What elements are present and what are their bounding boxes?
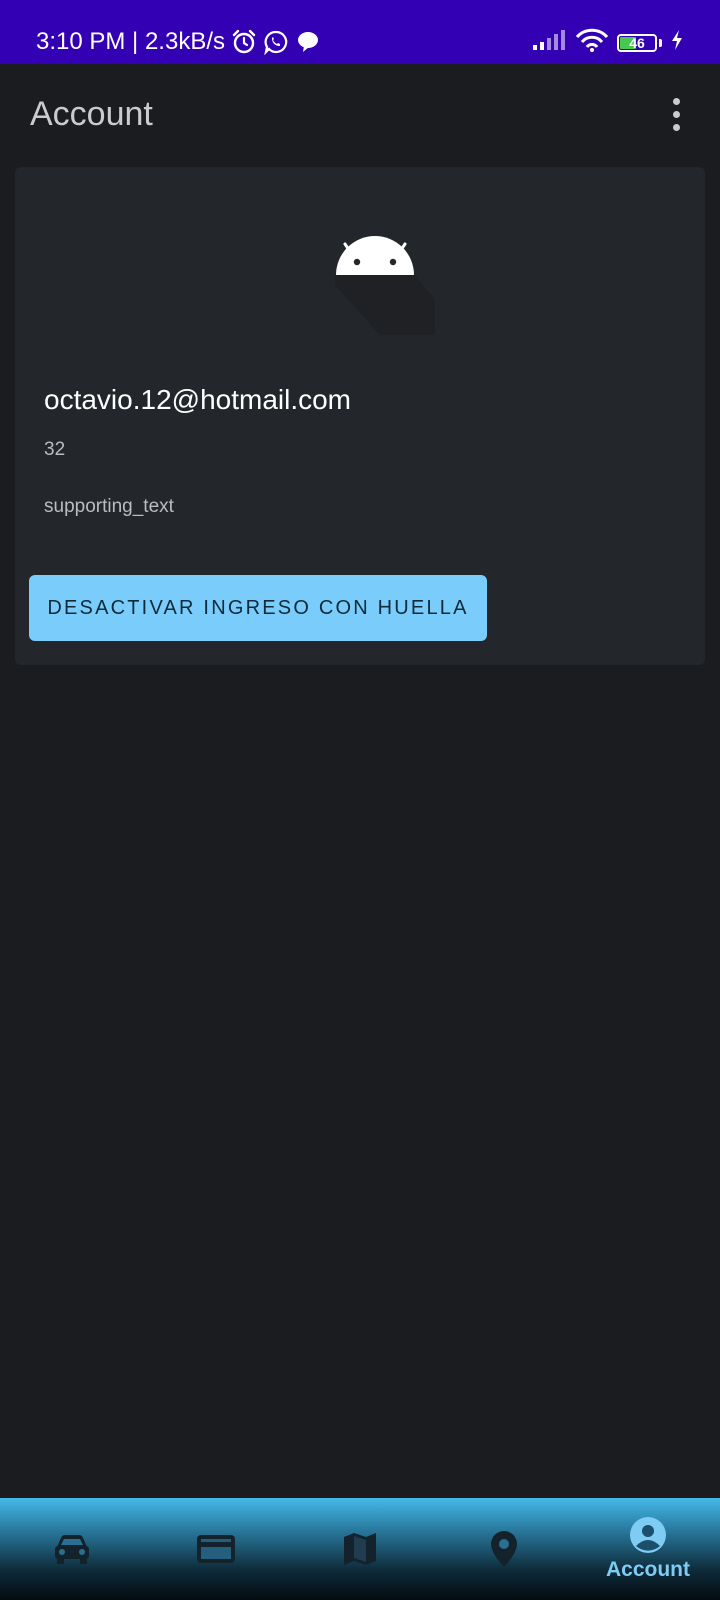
account-number: 32 <box>44 439 66 460</box>
location-pin-icon <box>490 1530 518 1568</box>
supporting-text: supporting_text <box>44 496 174 517</box>
chat-bubble-icon <box>295 29 321 55</box>
map-icon <box>342 1531 378 1567</box>
nav-item-account[interactable]: Account <box>576 1498 720 1600</box>
app-bar: Account <box>0 64 720 168</box>
account-card: octavio.12@hotmail.com 32 supporting_tex… <box>15 167 705 665</box>
credit-card-icon <box>196 1533 236 1565</box>
whatsapp-icon <box>263 29 289 55</box>
overflow-dot <box>672 123 680 131</box>
nav-item-map[interactable] <box>288 1498 432 1600</box>
nav-label-account: Account <box>606 1558 690 1581</box>
overflow-dot <box>672 110 680 118</box>
overflow-dot <box>672 97 680 105</box>
status-bar: 3:10 PM | 2.3kB/s 46 <box>0 0 720 64</box>
bottom-navigation: Account <box>0 1498 720 1600</box>
battery-nub <box>659 38 662 47</box>
wifi-icon <box>575 28 609 57</box>
signal-icon <box>533 29 567 56</box>
overflow-menu-button[interactable] <box>664 94 688 134</box>
page-title: Account <box>30 95 153 133</box>
status-time-speed: 3:10 PM | 2.3kB/s <box>36 28 225 55</box>
alarm-icon <box>231 29 257 55</box>
android-icon <box>315 225 435 335</box>
account-email: octavio.12@hotmail.com <box>44 384 352 415</box>
battery-indicator: 46 <box>617 33 657 52</box>
nav-item-location[interactable] <box>432 1498 576 1600</box>
nav-item-card[interactable] <box>144 1498 288 1600</box>
car-icon <box>53 1532 91 1566</box>
status-right: 46 <box>533 28 684 57</box>
nav-item-car[interactable] <box>0 1498 144 1600</box>
disable-fingerprint-login-button[interactable]: DESACTIVAR INGRESO CON HUELLA <box>29 575 487 641</box>
battery-level: 46 <box>629 34 645 51</box>
account-circle-icon <box>629 1516 667 1554</box>
charging-icon <box>670 29 684 56</box>
status-left: 3:10 PM | 2.3kB/s <box>36 26 321 58</box>
